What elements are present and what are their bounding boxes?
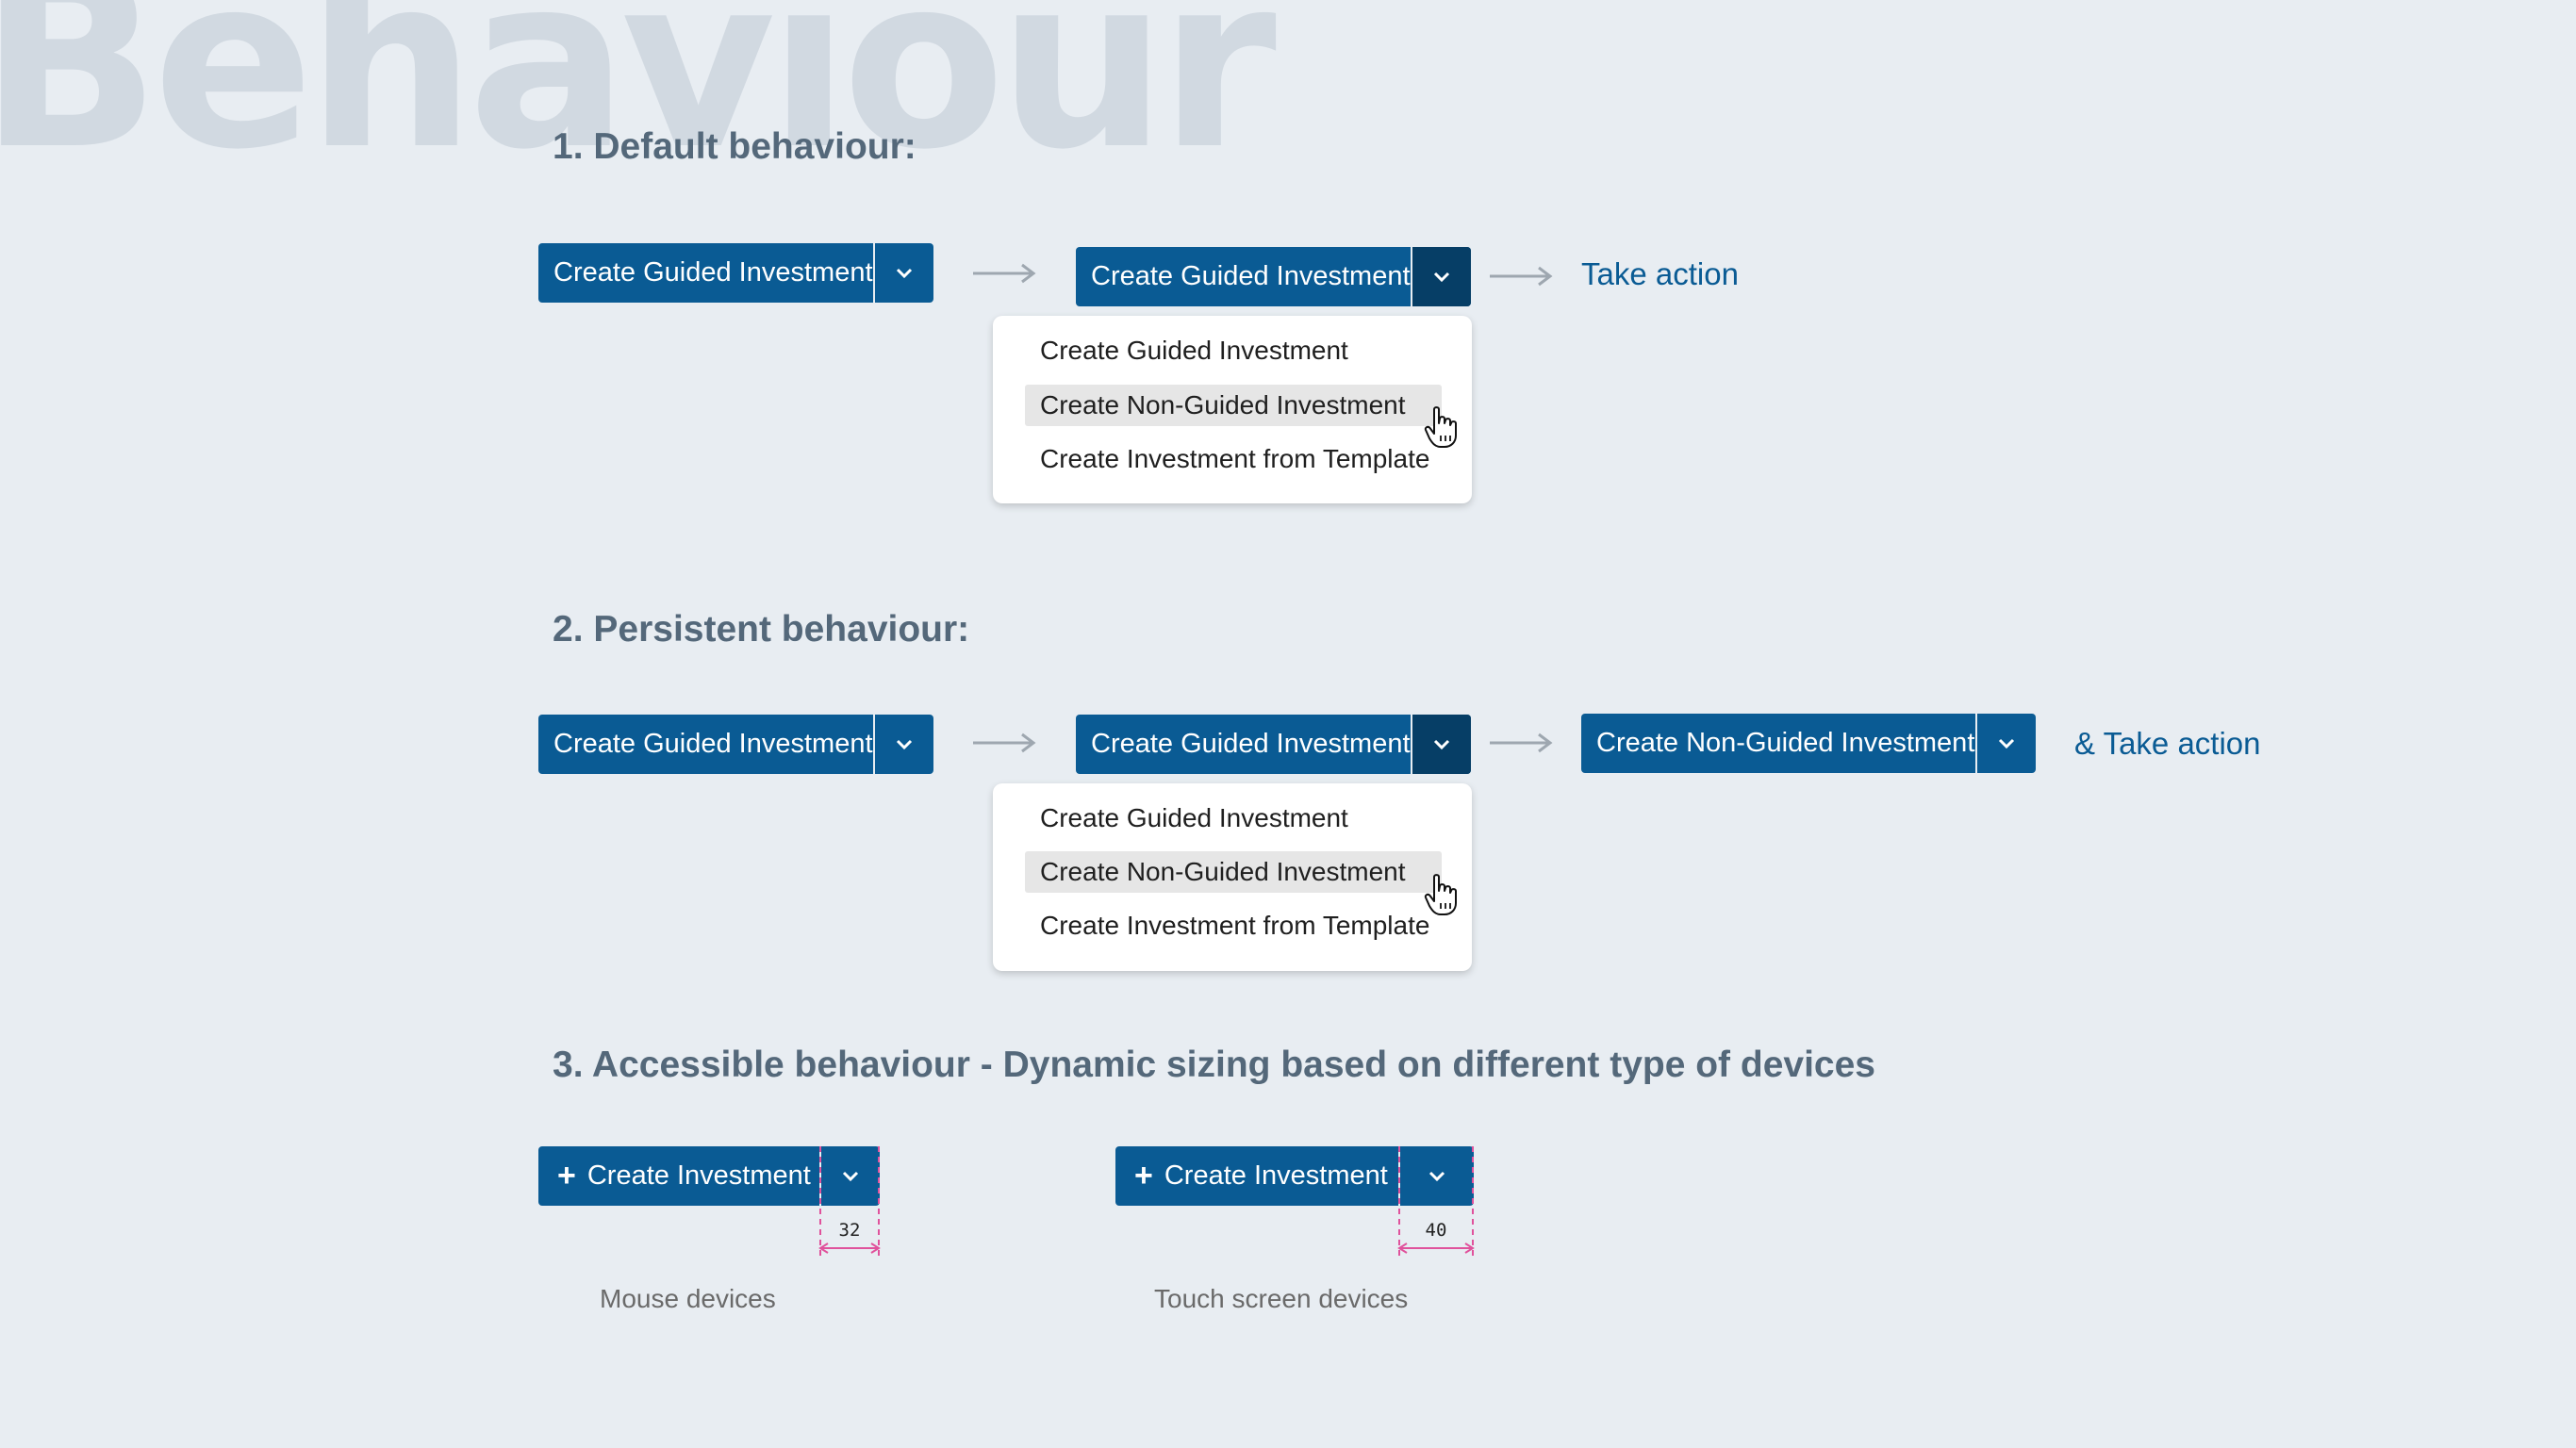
- touch-width-label: 40: [1425, 1220, 1447, 1241]
- section-3-heading: 3. Accessible behaviour - Dynamic sizing…: [553, 1045, 1875, 1086]
- section-2-number: 2.: [553, 609, 584, 650]
- plus-icon: +: [557, 1158, 576, 1193]
- arrow-right-icon: [1490, 732, 1553, 753]
- s2-result-primary-action[interactable]: Create Non-Guided Investment: [1581, 714, 1975, 773]
- arrow-right-icon: [973, 732, 1036, 753]
- s2-menu-item-non-guided[interactable]: Create Non-Guided Investment: [1025, 851, 1442, 893]
- chevron-down-icon: [896, 739, 913, 749]
- mouse-width-label: 32: [838, 1220, 861, 1241]
- s2-menu-item-guided[interactable]: Create Guided Investment: [1025, 798, 1444, 839]
- section-1-number: 1.: [553, 126, 584, 167]
- touch-primary-action[interactable]: + Create Investment: [1115, 1146, 1398, 1206]
- s2-take-action-text: & Take action: [2074, 726, 2261, 761]
- arrow-right-icon: [1490, 266, 1553, 287]
- arrow-right-icon: [973, 263, 1036, 284]
- chevron-down-icon: [1433, 272, 1450, 282]
- section-2-title: Persistent behaviour:: [593, 609, 970, 650]
- touch-primary-label: Create Investment: [1164, 1160, 1388, 1191]
- plus-icon: +: [1134, 1158, 1153, 1193]
- section-1-heading: 1. Default behaviour:: [553, 126, 916, 168]
- section-1-title: Default behaviour:: [593, 126, 916, 167]
- chevron-down-icon: [1998, 738, 2015, 749]
- mouse-primary-label: Create Investment: [586, 1160, 811, 1191]
- section-3-title: Accessible behaviour - Dynamic sizing ba…: [591, 1045, 1875, 1085]
- s1-menu-item-non-guided[interactable]: Create Non-Guided Investment: [1025, 385, 1442, 426]
- chevron-down-icon: [896, 268, 913, 278]
- s1-menu-item-guided[interactable]: Create Guided Investment: [1025, 330, 1444, 371]
- s2-dropdown-menu: Create Guided Investment Create Non-Guid…: [993, 783, 1472, 971]
- s2-open-primary-action[interactable]: Create Guided Investment: [1076, 715, 1411, 774]
- chevron-down-icon: [1433, 739, 1450, 749]
- mouse-caption: Mouse devices: [600, 1284, 776, 1313]
- s1-dropdown-menu: Create Guided Investment Create Non-Guid…: [993, 316, 1472, 503]
- mouse-primary-action[interactable]: + Create Investment: [538, 1146, 819, 1206]
- section-2-heading: 2. Persistent behaviour:: [553, 609, 969, 650]
- hand-pointer-icon: [1424, 406, 1457, 448]
- s2-result-dropdown-toggle[interactable]: [1975, 714, 2036, 773]
- s2-menu-item-template[interactable]: Create Investment from Template: [1025, 905, 1444, 946]
- s1-split-button-default[interactable]: Create Guided Investment: [538, 243, 933, 303]
- hand-pointer-icon: [1424, 874, 1457, 915]
- s2-split-button-default[interactable]: Create Guided Investment: [538, 715, 933, 774]
- s1-primary-action[interactable]: Create Guided Investment: [538, 243, 873, 303]
- s1-take-action-text: Take action: [1581, 256, 1739, 291]
- s1-split-button-open[interactable]: Create Guided Investment: [1076, 247, 1471, 306]
- touch-width-dimension: [1397, 1146, 1475, 1258]
- s2-split-button-result[interactable]: Create Non-Guided Investment: [1581, 714, 2036, 773]
- s1-open-dropdown-toggle[interactable]: [1411, 247, 1471, 306]
- s2-dropdown-toggle[interactable]: [873, 715, 933, 774]
- mouse-width-dimension: [818, 1146, 881, 1258]
- s1-menu-item-template[interactable]: Create Investment from Template: [1025, 438, 1444, 480]
- s2-primary-action[interactable]: Create Guided Investment: [538, 715, 873, 774]
- s2-split-button-open[interactable]: Create Guided Investment: [1076, 715, 1471, 774]
- s1-open-primary-action[interactable]: Create Guided Investment: [1076, 247, 1411, 306]
- s1-dropdown-toggle[interactable]: [873, 243, 933, 303]
- section-3-number: 3.: [553, 1045, 584, 1085]
- touch-caption: Touch screen devices: [1154, 1284, 1409, 1313]
- s2-open-dropdown-toggle[interactable]: [1411, 715, 1471, 774]
